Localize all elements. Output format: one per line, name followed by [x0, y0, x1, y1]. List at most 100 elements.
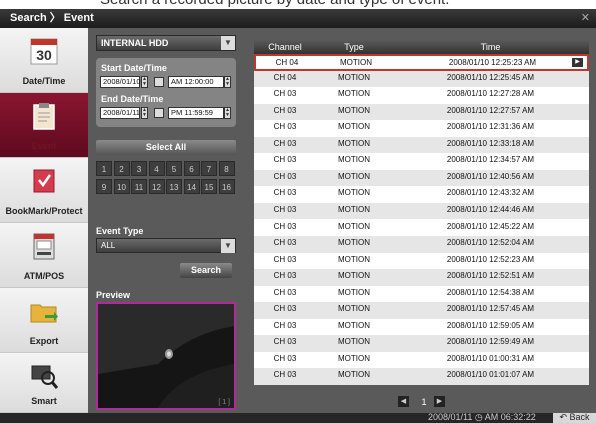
cell-time: 2008/01/10 12:59:05 AM: [446, 320, 535, 330]
prev-page-icon[interactable]: ◀: [398, 396, 409, 407]
sidebar-item-label: ATM/POS: [23, 271, 65, 281]
end-time-field[interactable]: PM 11:59:59: [168, 107, 224, 119]
channel-button[interactable]: 12: [148, 179, 165, 194]
close-icon[interactable]: ✕: [581, 9, 590, 28]
start-calendar-icon[interactable]: [154, 77, 164, 87]
table-row[interactable]: CH 03 MOTION 2008/01/10 12:59:49 AM: [254, 335, 589, 352]
cell-channel: CH 03: [273, 320, 297, 330]
channel-button[interactable]: 7: [201, 161, 217, 176]
cell-channel: CH 03: [273, 89, 297, 99]
table-header: Channel Type Time: [254, 40, 589, 54]
cell-channel: CH 03: [273, 171, 297, 181]
page-number: 1: [421, 397, 427, 407]
cell-type: MOTION: [338, 221, 370, 231]
cell-channel: CH 03: [273, 287, 297, 297]
channel-button[interactable]: 8: [218, 161, 235, 176]
start-time-field[interactable]: AM 12:00:00: [168, 76, 224, 88]
sidebar-item-date-time[interactable]: 30 Date/Time: [0, 28, 88, 93]
channel-button[interactable]: 6: [183, 161, 200, 176]
sidebar-item-export[interactable]: Export: [0, 288, 88, 353]
sidebar-item-bookmark-protect[interactable]: BookMark/Protect: [0, 158, 88, 223]
end-date-spinner[interactable]: ▲ ▼: [141, 107, 148, 119]
folder-export-icon: [30, 304, 58, 323]
table-row[interactable]: CH 03 MOTION 2008/01/10 12:52:51 AM: [254, 269, 589, 286]
table-row[interactable]: CH 03 MOTION 2008/01/10 12:59:05 AM: [254, 319, 589, 336]
back-button[interactable]: ↶ Back: [553, 413, 596, 423]
channel-button[interactable]: 13: [166, 179, 182, 194]
cell-type: MOTION: [338, 287, 370, 297]
search-panel: INTERNAL HDD ▼ Start Date/Time 2008/01/1…: [88, 28, 244, 413]
end-calendar-icon[interactable]: [154, 108, 164, 118]
chevron-down-icon: ▼: [221, 36, 235, 50]
select-all-button[interactable]: Select All: [96, 140, 236, 155]
cell-type: MOTION: [338, 271, 370, 281]
channel-button[interactable]: 10: [113, 179, 130, 194]
channel-button[interactable]: 3: [131, 161, 147, 176]
smart-search-icon: [31, 365, 59, 389]
cell-channel: CH 03: [273, 337, 297, 347]
table-row[interactable]: CH 03 MOTION 2008/01/10 12:52:04 AM: [254, 236, 589, 253]
chevron-down-icon: ▼: [221, 239, 235, 253]
cell-channel: CH 03: [273, 122, 297, 132]
channel-button[interactable]: 9: [96, 179, 112, 194]
channel-button[interactable]: 1: [96, 161, 112, 176]
start-date-field[interactable]: 2008/01/10: [100, 76, 141, 88]
channel-button[interactable]: 16: [218, 179, 235, 194]
event-type-select[interactable]: ALL ▼: [96, 238, 236, 253]
channel-button[interactable]: 14: [183, 179, 200, 194]
table-row[interactable]: CH 03 MOTION 2008/01/10 12:54:38 AM: [254, 286, 589, 303]
table-row[interactable]: CH 03 MOTION 2008/01/10 12:52:23 AM: [254, 253, 589, 270]
table-row[interactable]: CH 03 MOTION 2008/01/10 12:40:56 AM: [254, 169, 589, 187]
bookmark-icon: [33, 169, 55, 193]
column-header-channel[interactable]: Channel: [254, 40, 316, 54]
cell-type: MOTION: [338, 122, 370, 132]
end-time-spinner[interactable]: ▲ ▼: [224, 107, 231, 119]
cell-type: MOTION: [338, 89, 370, 99]
channel-button[interactable]: 11: [131, 179, 147, 194]
table-row[interactable]: CH 04 MOTION 2008/01/10 12:25:45 AM: [254, 70, 589, 88]
cell-time: 2008/01/10 12:40:56 AM: [446, 171, 535, 181]
cell-channel: CH 03: [273, 155, 297, 165]
column-header-time[interactable]: Time: [392, 40, 589, 54]
sidebar-item-event[interactable]: Event: [0, 93, 88, 158]
table-row[interactable]: CH 03 MOTION 2008/01/10 12:27:28 AM: [254, 87, 589, 104]
storage-select[interactable]: INTERNAL HDD ▼: [96, 35, 236, 51]
column-header-type[interactable]: Type: [316, 40, 392, 54]
cell-time: 2008/01/10 12:43:32 AM: [446, 188, 535, 198]
sidebar-item-atm-pos[interactable]: ATM/POS: [0, 223, 88, 288]
table-row[interactable]: CH 03 MOTION 2008/01/10 12:57:45 AM: [254, 302, 589, 319]
table-row[interactable]: CH 03 MOTION 2008/01/10 01:01:07 AM: [254, 368, 589, 385]
channel-button[interactable]: 5: [166, 161, 182, 176]
channel-button[interactable]: 4: [148, 161, 165, 176]
table-row[interactable]: CH 03 MOTION 2008/01/10 12:34:57 AM: [254, 153, 589, 170]
start-date-spinner[interactable]: ▲ ▼: [141, 76, 148, 88]
cell-channel: CH 03: [273, 188, 297, 198]
cell-type: MOTION: [338, 254, 370, 264]
preview-video: [ 1 ]: [96, 302, 236, 410]
table-row[interactable]: CH 03 MOTION 2008/01/10 12:45:22 AM: [254, 220, 589, 237]
header-caption: Search a recorded picture by date and ty…: [0, 0, 596, 9]
sidebar-item-smart[interactable]: Smart: [0, 353, 88, 413]
sidebar-item-label: Smart: [31, 396, 57, 406]
search-button[interactable]: Search: [180, 263, 232, 278]
cell-time: 2008/01/10 12:52:04 AM: [446, 238, 535, 248]
cell-time: 2008/01/10 12:54:38 AM: [446, 287, 535, 297]
table-row[interactable]: CH 03 MOTION 2008/01/10 12:43:32 AM: [254, 186, 589, 203]
table-row[interactable]: CH 03 MOTION 2008/01/10 12:33:18 AM: [254, 136, 589, 154]
cell-time: 2008/01/10 01:01:07 AM: [446, 370, 535, 380]
table-row[interactable]: CH 03 MOTION 2008/01/10 12:31:36 AM: [254, 120, 589, 137]
start-time-spinner[interactable]: ▲ ▼: [224, 76, 231, 88]
cell-time: 2008/01/10 12:57:45 AM: [446, 304, 535, 314]
next-page-icon[interactable]: ▶: [434, 396, 445, 407]
channel-button[interactable]: 2: [113, 161, 130, 176]
table-row[interactable]: CH 03 MOTION 2008/01/10 12:44:46 AM: [254, 202, 589, 220]
cell-type: MOTION: [338, 155, 370, 165]
table-row[interactable]: CH 04 MOTION 2008/01/10 12:25:23 AM ▶: [254, 54, 589, 71]
table-row[interactable]: CH 03 MOTION 2008/01/10 12:27:57 AM: [254, 103, 589, 121]
channel-button[interactable]: 15: [201, 179, 217, 194]
end-date-field[interactable]: 2008/01/11: [100, 107, 140, 119]
cell-time: 2008/01/10 12:44:46 AM: [446, 204, 535, 214]
table-row[interactable]: CH 03 MOTION 2008/01/10 01:00:31 AM: [254, 352, 589, 369]
start-date-time-label: Start Date/Time: [101, 63, 167, 73]
play-icon[interactable]: ▶: [572, 58, 583, 67]
